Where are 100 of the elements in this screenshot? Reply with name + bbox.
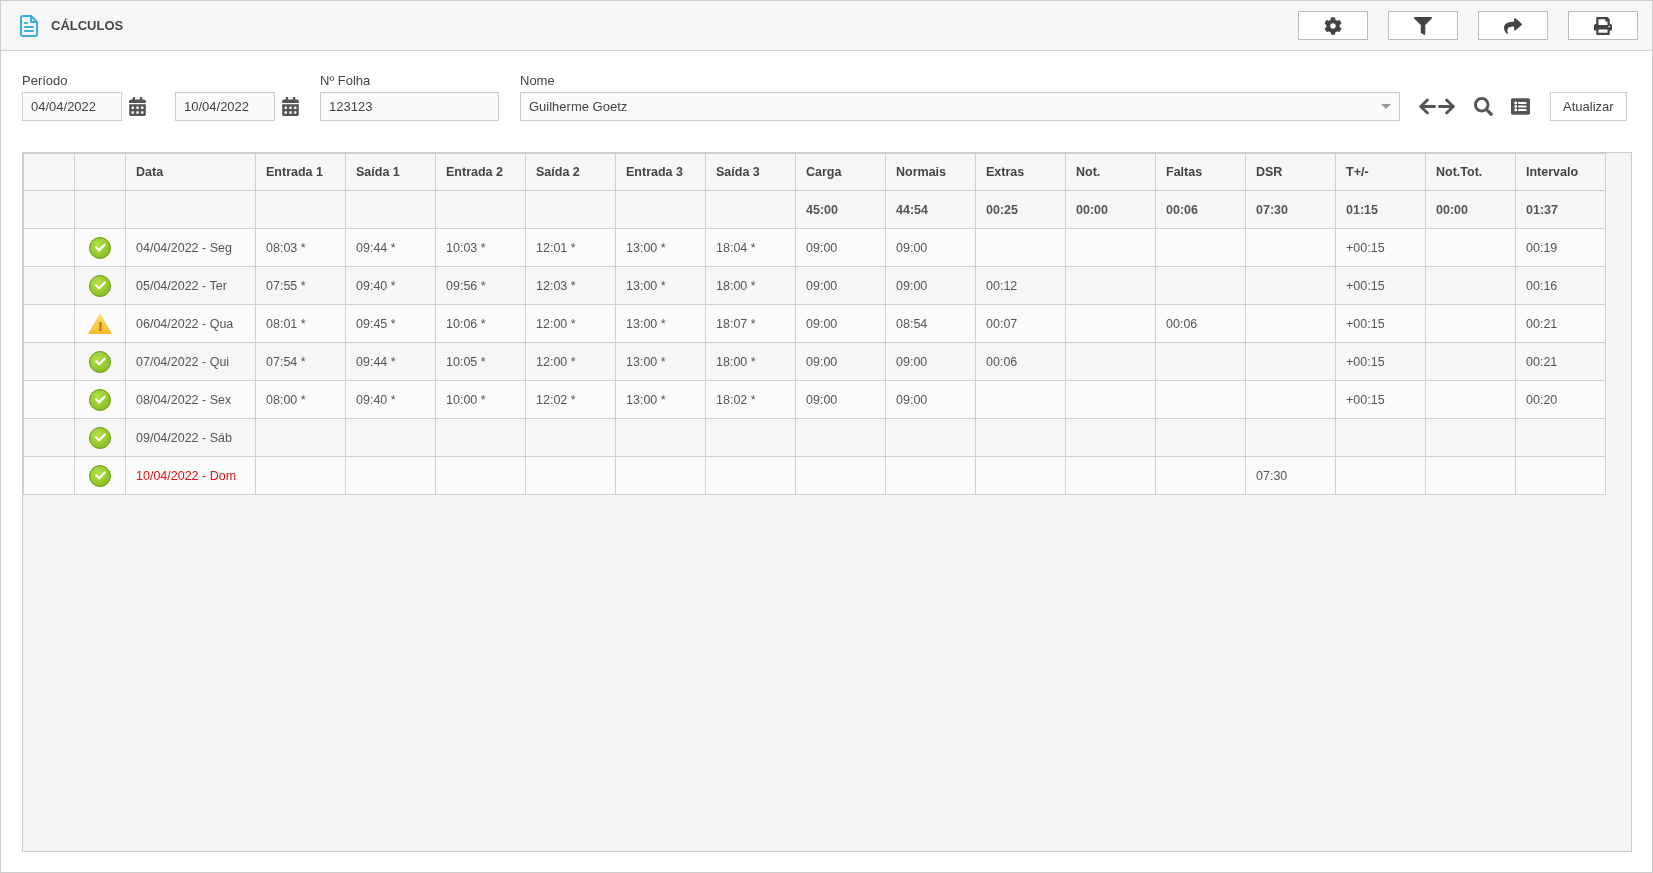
totals-cell: 01:15 — [1335, 190, 1426, 229]
table-cell: 00:12 — [975, 266, 1066, 305]
refresh-button[interactable]: Atualizar — [1550, 92, 1627, 121]
table-cell: 09:00 — [885, 266, 976, 305]
date-from-field[interactable]: 04/04/2022 — [22, 92, 122, 121]
column-header: Saída 2 — [525, 153, 616, 191]
table-cell: 09:00 — [795, 342, 886, 381]
filter-icon — [1414, 16, 1432, 35]
table-cell: +00:15 — [1335, 228, 1426, 267]
table-cell: 13:00 * — [615, 342, 706, 381]
totals-cell: 00:06 — [1155, 190, 1246, 229]
date-to-field[interactable]: 10/04/2022 — [175, 92, 275, 121]
table-cell: 08:00 * — [255, 380, 346, 419]
sheet-field[interactable]: 123123 — [320, 92, 499, 121]
share-arrow-icon — [1504, 16, 1522, 35]
totals-cell: 00:00 — [1425, 190, 1516, 229]
check-icon — [89, 426, 111, 449]
table-cell: 09:00 — [795, 304, 886, 343]
table-cell: 00:06 — [975, 342, 1066, 381]
table-cell: 09:00 — [885, 228, 976, 267]
totals-cell: 45:00 — [795, 190, 886, 229]
table-cell: +00:15 — [1335, 304, 1426, 343]
table-cell: 10:05 * — [435, 342, 526, 381]
table-cell: 08:03 * — [255, 228, 346, 267]
table-cell: 12:02 * — [525, 380, 616, 419]
table-cell: 18:07 * — [705, 304, 796, 343]
filter-button[interactable] — [1388, 11, 1458, 40]
calendar-icon[interactable] — [281, 97, 300, 116]
document-icon — [17, 13, 41, 38]
totals-cell: 07:30 — [1245, 190, 1336, 229]
table-cell: 12:00 * — [525, 342, 616, 381]
table-cell: 09:45 * — [345, 304, 436, 343]
settings-icon — [1324, 16, 1342, 35]
check-icon — [89, 274, 111, 297]
table-cell: 09:44 * — [345, 342, 436, 381]
column-header: Not.Tot. — [1425, 153, 1516, 191]
table-cell: 13:00 * — [615, 266, 706, 305]
print-icon — [1594, 16, 1612, 35]
column-header: Extras — [975, 153, 1066, 191]
totals-cell: 01:37 — [1515, 190, 1606, 229]
totals-cell: 00:00 — [1065, 190, 1156, 229]
column-header: Normais — [885, 153, 976, 191]
date-cell: 09/04/2022 - Sáb — [125, 418, 256, 457]
table-cell: 10:03 * — [435, 228, 526, 267]
table-cell: 09:56 * — [435, 266, 526, 305]
table-cell: 12:00 * — [525, 304, 616, 343]
table-cell: 00:07 — [975, 304, 1066, 343]
table-cell: 18:00 * — [705, 342, 796, 381]
share-button[interactable] — [1478, 11, 1548, 40]
column-header: Intervalo — [1515, 153, 1606, 191]
check-icon — [89, 464, 111, 487]
sheet-label: Nº Folha — [320, 73, 372, 88]
table-cell: 00:21 — [1515, 342, 1606, 381]
table-cell: 00:20 — [1515, 380, 1606, 419]
name-label: Nome — [520, 73, 556, 88]
table-cell: 18:04 * — [705, 228, 796, 267]
settings-button[interactable] — [1298, 11, 1368, 40]
table-cell: 07:55 * — [255, 266, 346, 305]
column-header: Entrada 2 — [435, 153, 526, 191]
table-cell: 08:54 — [885, 304, 976, 343]
column-header: Entrada 3 — [615, 153, 706, 191]
column-header: DSR — [1245, 153, 1336, 191]
check-icon — [89, 350, 111, 373]
table-cell: 09:40 * — [345, 380, 436, 419]
table-cell: 09:00 — [885, 380, 976, 419]
table-cell: +00:15 — [1335, 266, 1426, 305]
table-cell: 07:30 — [1245, 456, 1336, 495]
table-cell: 00:16 — [1515, 266, 1606, 305]
table-cell: 09:00 — [795, 228, 886, 267]
column-header: Faltas — [1155, 153, 1246, 191]
date-cell: 05/04/2022 - Ter — [125, 266, 256, 305]
table-cell: +00:15 — [1335, 342, 1426, 381]
column-header: Saída 1 — [345, 153, 436, 191]
column-header: T+/- — [1335, 153, 1426, 191]
table-cell: 09:00 — [795, 380, 886, 419]
table-cell: 00:21 — [1515, 304, 1606, 343]
table-cell: 18:02 * — [705, 380, 796, 419]
table-cell: 18:00 * — [705, 266, 796, 305]
period-label: Período — [22, 73, 69, 88]
page-title: CÁLCULOS — [51, 18, 125, 33]
table-cell: 12:03 * — [525, 266, 616, 305]
print-button[interactable] — [1568, 11, 1638, 40]
table-cell: 10:00 * — [435, 380, 526, 419]
column-header: Not. — [1065, 153, 1156, 191]
table-cell: 00:06 — [1155, 304, 1246, 343]
table-cell: 09:00 — [885, 342, 976, 381]
column-header: Carga — [795, 153, 886, 191]
table-cell: +00:15 — [1335, 380, 1426, 419]
date-cell: 10/04/2022 - Dom — [125, 456, 256, 495]
table-cell: 12:01 * — [525, 228, 616, 267]
table-cell: 13:00 * — [615, 228, 706, 267]
check-icon — [89, 388, 111, 411]
totals-cell: 00:25 — [975, 190, 1066, 229]
table-cell: 13:00 * — [615, 380, 706, 419]
table-cell: 09:00 — [795, 266, 886, 305]
check-icon — [89, 236, 111, 259]
calendar-icon[interactable] — [128, 97, 147, 116]
date-cell: 06/04/2022 - Qua — [125, 304, 256, 343]
name-dropdown[interactable]: Guilherme Goetz — [520, 92, 1400, 121]
date-cell: 07/04/2022 - Qui — [125, 342, 256, 381]
